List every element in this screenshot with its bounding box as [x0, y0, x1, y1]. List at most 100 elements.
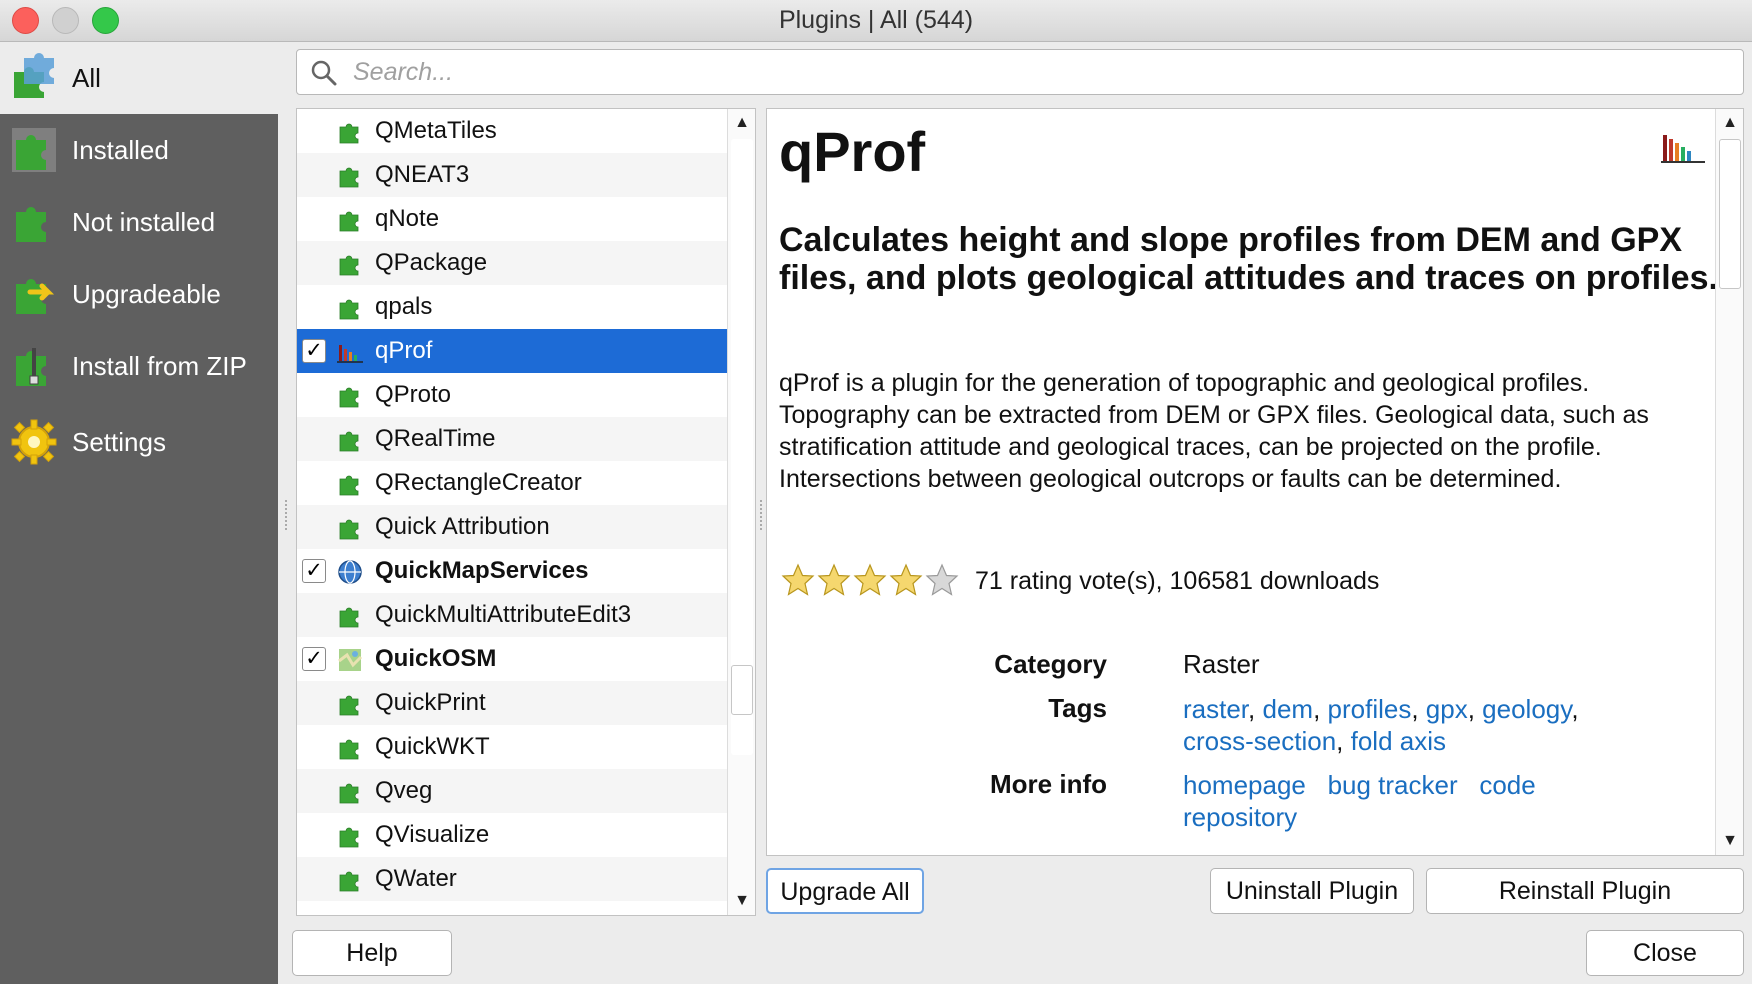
plugin-enabled-checkbox[interactable]: ✓	[302, 339, 326, 363]
plugin-list-item[interactable]: ✓ qProf	[297, 329, 729, 373]
star-icon[interactable]	[817, 563, 851, 597]
plugin-list-item[interactable]: QPackage	[297, 241, 729, 285]
sidebar-item-label: All	[72, 62, 101, 93]
plugin-list-item[interactable]: qNote	[297, 197, 729, 241]
puzzle-installed-icon	[12, 128, 56, 172]
plugin-list-item[interactable]: Qveg	[297, 769, 729, 813]
puzzle-plugin-icon	[339, 211, 359, 232]
puzzle-plugin-icon	[339, 475, 359, 496]
puzzle-plugin-icon	[339, 299, 359, 320]
sidebar-item-label: Upgradeable	[72, 278, 221, 309]
tag-link[interactable]: raster	[1183, 694, 1248, 724]
code-repository-link[interactable]: code	[1479, 770, 1535, 800]
tag-link[interactable]: geology	[1482, 694, 1571, 724]
puzzle-plugin-icon	[339, 871, 359, 892]
scroll-down-arrow-icon[interactable]: ▼	[1716, 827, 1743, 855]
puzzle-plugin-icon	[339, 783, 359, 804]
puzzle-plugin-icon	[339, 167, 359, 188]
bug-tracker-link[interactable]: bug tracker	[1328, 770, 1458, 800]
plugin-description: qProf is a plugin for the generation of …	[779, 369, 1649, 493]
sidebar-item-upgradeable[interactable]: Upgradeable	[0, 258, 278, 330]
code-repository-link[interactable]: repository	[1183, 802, 1297, 832]
sidebar-item-install-zip[interactable]: Install from ZIP	[0, 330, 278, 402]
plugin-name: QuickOSM	[375, 645, 497, 672]
list-scrollbar-thumb[interactable]	[731, 665, 753, 715]
plugin-name: qProf	[375, 337, 433, 364]
star-icon[interactable]	[889, 563, 923, 597]
plugin-list-item[interactable]: Quick Attribution	[297, 505, 729, 549]
scroll-down-arrow-icon[interactable]: ▼	[728, 887, 755, 915]
reinstall-plugin-button[interactable]: Reinstall Plugin	[1426, 868, 1744, 914]
close-button[interactable]: Close	[1586, 930, 1744, 976]
plugin-name: QRealTime	[375, 425, 496, 452]
list-scrollbar[interactable]: ▲ ▼	[727, 109, 755, 915]
plugin-name: QuickPrint	[375, 689, 486, 716]
sidebar-item-label: Settings	[72, 426, 166, 457]
plugin-list-item[interactable]: qpals	[297, 285, 729, 329]
zip-icon	[16, 348, 46, 386]
category-value: Raster	[1183, 649, 1260, 679]
splitter-handle[interactable]	[760, 500, 764, 530]
scroll-up-arrow-icon[interactable]: ▲	[1716, 109, 1743, 137]
puzzle-plugin-icon	[339, 695, 359, 716]
tag-link[interactable]: profiles	[1328, 694, 1412, 724]
search-input[interactable]	[353, 56, 1733, 88]
sidebar-item-not-installed[interactable]: Not installed	[0, 186, 278, 258]
puzzle-plugin-icon	[339, 255, 359, 276]
plugin-name: QVisualize	[375, 821, 490, 848]
puzzle-plugin-icon	[339, 387, 359, 408]
sidebar: All Installed Not installed Upgradeable	[0, 42, 278, 984]
plugin-name: QMetaTiles	[375, 117, 497, 144]
plugin-list-item[interactable]: QWater	[297, 857, 729, 901]
qprof-icon	[337, 345, 363, 363]
search-icon	[311, 60, 337, 86]
plugin-list-item[interactable]: QProto	[297, 373, 729, 417]
plugin-name: QWater	[375, 865, 457, 892]
puzzle-plugin-icon	[339, 827, 359, 848]
tag-link[interactable]: cross-section	[1183, 726, 1336, 756]
plugin-enabled-checkbox[interactable]: ✓	[302, 559, 326, 583]
scroll-up-arrow-icon[interactable]: ▲	[728, 109, 755, 137]
plugin-name: QuickWKT	[375, 733, 490, 760]
rating-text: 71 rating vote(s), 106581 downloads	[975, 567, 1380, 595]
rating-stars[interactable]	[781, 563, 959, 597]
plugin-list-item[interactable]: QuickMultiAttributeEdit3	[297, 593, 729, 637]
tags-label: Tags	[1048, 693, 1107, 723]
more-info-label: More info	[990, 769, 1107, 799]
star-icon[interactable]	[925, 563, 959, 597]
uninstall-plugin-button[interactable]: Uninstall Plugin	[1210, 868, 1414, 914]
detail-scrollbar-thumb[interactable]	[1719, 139, 1741, 289]
plugin-list-item[interactable]: QuickWKT	[297, 725, 729, 769]
plugin-name: Qveg	[375, 777, 433, 804]
plugin-list-item[interactable]: QRectangleCreator	[297, 461, 729, 505]
plugin-enabled-checkbox[interactable]: ✓	[302, 647, 326, 671]
sidebar-item-all[interactable]: All	[0, 42, 278, 114]
plugins-window: Plugins | All (544) All Installed Not in…	[0, 0, 1752, 984]
tag-link[interactable]: fold axis	[1351, 726, 1446, 756]
plugin-list-item[interactable]: ✓ QuickOSM	[297, 637, 729, 681]
title-bar: Plugins | All (544)	[0, 0, 1752, 42]
plugin-list-item[interactable]: QuickPrint	[297, 681, 729, 725]
plugin-list-item[interactable]: QNEAT3	[297, 153, 729, 197]
tag-link[interactable]: gpx	[1426, 694, 1468, 724]
plugin-list-item[interactable]: QRealTime	[297, 417, 729, 461]
sidebar-item-settings[interactable]: Settings	[0, 402, 278, 482]
gear-icon	[11, 419, 57, 465]
upgrade-all-button[interactable]: Upgrade All	[766, 868, 924, 914]
star-icon[interactable]	[781, 563, 815, 597]
plugin-list-item[interactable]: QMetaTiles	[297, 109, 729, 153]
homepage-link[interactable]: homepage	[1183, 770, 1306, 800]
plugin-list-item[interactable]: ✓ QuickMapServices	[297, 549, 729, 593]
splitter-handle[interactable]	[285, 500, 289, 530]
plugin-list-item[interactable]: QVisualize	[297, 813, 729, 857]
plugin-detail-panel: qProf Calculates height and slope profil…	[766, 108, 1744, 856]
sidebar-item-label: Not installed	[72, 206, 216, 237]
detail-scrollbar[interactable]: ▲ ▼	[1715, 109, 1743, 855]
plugin-name: QNEAT3	[375, 161, 470, 188]
sidebar-item-installed[interactable]: Installed	[0, 114, 278, 186]
tag-link[interactable]: dem	[1262, 694, 1313, 724]
help-button[interactable]: Help	[292, 930, 452, 976]
puzzle-plugin-icon	[339, 607, 359, 628]
star-icon[interactable]	[853, 563, 887, 597]
qprof-logo-icon	[1661, 135, 1705, 163]
